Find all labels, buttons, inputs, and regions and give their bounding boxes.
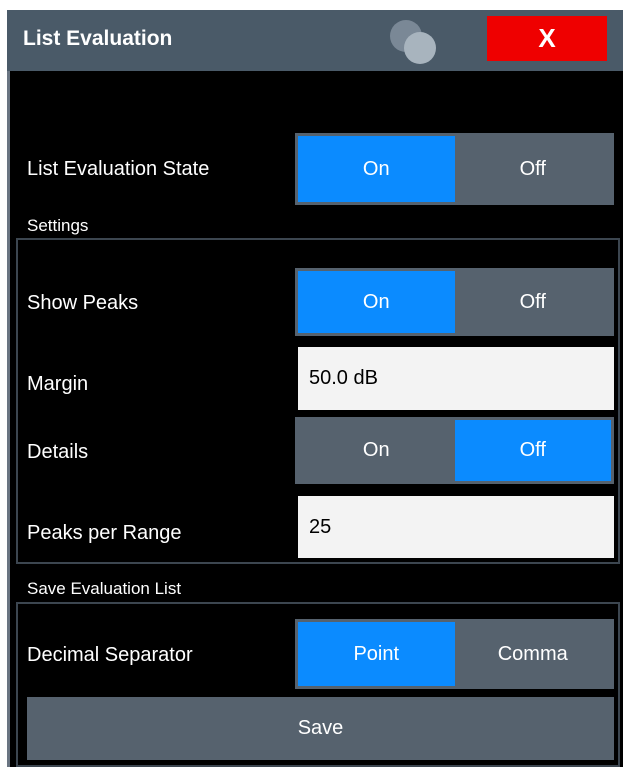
decimal-separator-point-option[interactable]: Point [298,622,455,686]
details-off-option[interactable]: Off [454,420,611,481]
show-peaks-on-option[interactable]: On [298,271,455,333]
list-evaluation-state-off-option[interactable]: Off [455,136,612,202]
show-peaks-label: Show Peaks [27,292,139,314]
decimal-separator-comma-option[interactable]: Comma [455,622,612,686]
title-bar: List Evaluation X [7,10,623,71]
show-peaks-off-option[interactable]: Off [455,271,612,333]
save-evaluation-list-section-label: Save Evaluation List [27,579,182,598]
decimal-separator-label: Decimal Separator [27,644,193,666]
peaks-per-range-field[interactable]: 25 [298,496,614,558]
dialog-body: List Evaluation State On Off Settings Sh… [7,71,623,767]
show-peaks-toggle: On Off [295,268,614,336]
details-on-option[interactable]: On [298,420,455,481]
settings-section-label: Settings [27,216,89,235]
dialog-title: List Evaluation [23,27,173,50]
save-button[interactable]: Save [27,697,614,760]
list-evaluation-state-on-option[interactable]: On [298,136,455,202]
list-evaluation-state-toggle: On Off [295,133,614,205]
details-toggle: On Off [295,417,614,484]
decimal-separator-toggle: Point Comma [295,619,614,689]
margin-label: Margin [27,373,89,395]
list-evaluation-dialog: List Evaluation X List Evaluation State … [7,10,623,767]
overlapping-circles-icon[interactable] [386,18,456,64]
peaks-per-range-label: Peaks per Range [27,522,182,544]
circle-front [404,32,436,64]
list-evaluation-state-label: List Evaluation State [27,158,210,180]
margin-field[interactable]: 50.0 dB [298,347,614,410]
close-button[interactable]: X [487,16,607,61]
details-label: Details [27,441,89,463]
